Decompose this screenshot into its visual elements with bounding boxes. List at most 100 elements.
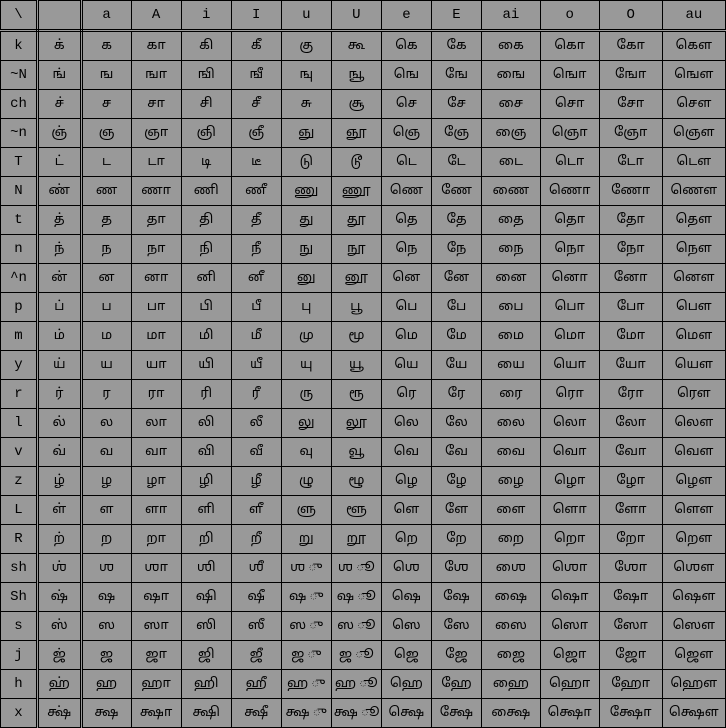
cell: ஙீ — [231, 61, 281, 90]
cell: வூ — [331, 438, 381, 467]
cell: தோ — [599, 206, 662, 235]
row-label: ^n — [1, 264, 38, 293]
cell: ஶெ — [381, 554, 431, 583]
cell: ழொ — [540, 467, 599, 496]
cell: ஙூ — [331, 61, 381, 90]
cell: மூ — [331, 322, 381, 351]
cell: ஞோ — [599, 119, 662, 148]
cell: சௌ — [662, 90, 725, 119]
cell: ஷா — [131, 583, 181, 612]
cell: டா — [131, 148, 181, 177]
cell: ஶ் — [38, 554, 82, 583]
cell: மு — [281, 322, 331, 351]
row-label: l — [1, 409, 38, 438]
header-a: a — [81, 1, 131, 31]
cell: செ — [381, 90, 431, 119]
cell: து — [281, 206, 331, 235]
cell: பீ — [231, 293, 281, 322]
cell: ஜொ — [540, 641, 599, 670]
cell: மி — [181, 322, 231, 351]
cell: ன — [81, 264, 131, 293]
cell: கீ — [231, 31, 281, 61]
cell: பு — [281, 293, 331, 322]
cell: சி — [181, 90, 231, 119]
cell: ளி — [181, 496, 231, 525]
cell: ப — [81, 293, 131, 322]
cell: டெ — [381, 148, 431, 177]
header-corner: \ — [1, 1, 38, 31]
cell: ஞூ — [331, 119, 381, 148]
cell: நே — [431, 235, 481, 264]
row-label: ~N — [1, 61, 38, 90]
table-row: yய்யயாயியீயுயூயெயேயையொயோயௌ — [1, 351, 726, 380]
cell: ஙொ — [540, 61, 599, 90]
cell: கி — [181, 31, 231, 61]
cell: வே — [431, 438, 481, 467]
cell: ஶே — [431, 554, 481, 583]
cell: லூ — [331, 409, 381, 438]
cell: ஙோ — [599, 61, 662, 90]
cell: தி — [181, 206, 231, 235]
cell: வை — [482, 438, 541, 467]
cell: க் — [38, 31, 82, 61]
cell: லீ — [231, 409, 281, 438]
cell: லெ — [381, 409, 431, 438]
cell: ளொ — [540, 496, 599, 525]
cell: ஶ — [81, 554, 131, 583]
cell: ஷி — [181, 583, 231, 612]
cell: டு — [281, 148, 331, 177]
cell: ரௌ — [662, 380, 725, 409]
table-row: kக்ககாகிகீகுகூகெகேகைகொகோகௌ — [1, 31, 726, 61]
cell: ஹ ூ — [331, 670, 381, 699]
cell: றூ — [331, 525, 381, 554]
cell: யி — [181, 351, 231, 380]
cell: யௌ — [662, 351, 725, 380]
cell: வ — [81, 438, 131, 467]
cell: ஞீ — [231, 119, 281, 148]
cell: தை — [482, 206, 541, 235]
cell: ழே — [431, 467, 481, 496]
cell: ளு — [281, 496, 331, 525]
cell: னெ — [381, 264, 431, 293]
cell: மொ — [540, 322, 599, 351]
cell: னா — [131, 264, 181, 293]
header-ai: ai — [482, 1, 541, 31]
cell: நோ — [599, 235, 662, 264]
cell: ஸி — [181, 612, 231, 641]
cell: ரா — [131, 380, 181, 409]
cell: ஶொ — [540, 554, 599, 583]
cell: நொ — [540, 235, 599, 264]
cell: ஷெ — [381, 583, 431, 612]
cell: ஷ — [81, 583, 131, 612]
cell: ஹௌ — [662, 670, 725, 699]
cell: டொ — [540, 148, 599, 177]
row-label: s — [1, 612, 38, 641]
cell: யூ — [331, 351, 381, 380]
cell: ஹா — [131, 670, 181, 699]
cell: ரொ — [540, 380, 599, 409]
cell: வெ — [381, 438, 431, 467]
cell: ஙா — [131, 61, 181, 90]
cell: ஹை — [482, 670, 541, 699]
cell: ஶீ — [231, 554, 281, 583]
cell: கெ — [381, 31, 431, 61]
cell: ஹொ — [540, 670, 599, 699]
cell: ஜே — [431, 641, 481, 670]
cell: டீ — [231, 148, 281, 177]
cell: பொ — [540, 293, 599, 322]
header-e: e — [381, 1, 431, 31]
row-label: Sh — [1, 583, 38, 612]
table-header-row: \ a A i I u U e E ai o O au — [1, 1, 726, 31]
cell: ப் — [38, 293, 82, 322]
cell: சொ — [540, 90, 599, 119]
cell: ஸ — [81, 612, 131, 641]
cell: ச் — [38, 90, 82, 119]
cell: வா — [131, 438, 181, 467]
cell: ழெ — [381, 467, 431, 496]
cell: ல — [81, 409, 131, 438]
cell: ணு — [281, 177, 331, 206]
cell: பே — [431, 293, 481, 322]
cell: ணௌ — [662, 177, 725, 206]
cell: ஙெ — [381, 61, 431, 90]
table-row: tத்ததாதிதீதுதூதெதேதைதொதோதௌ — [1, 206, 726, 235]
